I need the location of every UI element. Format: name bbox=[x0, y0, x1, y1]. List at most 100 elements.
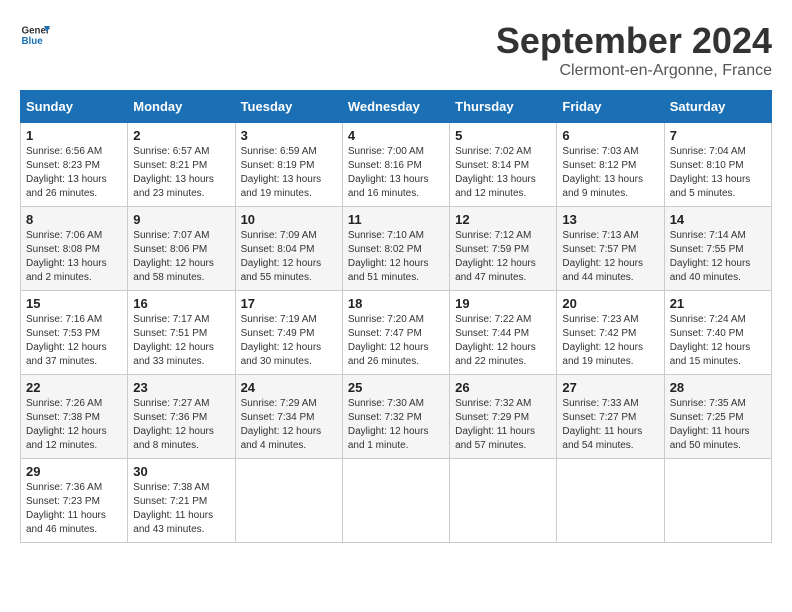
day-info: Sunrise: 7:00 AM Sunset: 8:16 PM Dayligh… bbox=[348, 145, 444, 201]
day-number: 10 bbox=[241, 212, 337, 227]
table-row: 2 Sunrise: 6:57 AM Sunset: 8:21 PM Daylig… bbox=[128, 123, 235, 207]
day-info: Sunrise: 7:36 AM Sunset: 7:23 PM Dayligh… bbox=[26, 481, 122, 537]
day-info: Sunrise: 7:04 AM Sunset: 8:10 PM Dayligh… bbox=[670, 145, 766, 201]
day-number: 25 bbox=[348, 380, 444, 395]
day-info: Sunrise: 7:17 AM Sunset: 7:51 PM Dayligh… bbox=[133, 313, 229, 369]
day-info: Sunrise: 7:26 AM Sunset: 7:38 PM Dayligh… bbox=[26, 397, 122, 453]
calendar-table: Sunday Monday Tuesday Wednesday Thursday… bbox=[20, 90, 772, 543]
day-info: Sunrise: 7:16 AM Sunset: 7:53 PM Dayligh… bbox=[26, 313, 122, 369]
table-row: 26 Sunrise: 7:32 AM Sunset: 7:29 PM Dayli… bbox=[450, 375, 557, 459]
day-info: Sunrise: 7:27 AM Sunset: 7:36 PM Dayligh… bbox=[133, 397, 229, 453]
day-info: Sunrise: 7:03 AM Sunset: 8:12 PM Dayligh… bbox=[562, 145, 658, 201]
table-row: 9 Sunrise: 7:07 AM Sunset: 8:06 PM Daylig… bbox=[128, 207, 235, 291]
table-row: 15 Sunrise: 7:16 AM Sunset: 7:53 PM Dayli… bbox=[21, 291, 128, 375]
day-info: Sunrise: 7:30 AM Sunset: 7:32 PM Dayligh… bbox=[348, 397, 444, 453]
table-row: 6 Sunrise: 7:03 AM Sunset: 8:12 PM Daylig… bbox=[557, 123, 664, 207]
table-row: 11 Sunrise: 7:10 AM Sunset: 8:02 PM Dayli… bbox=[342, 207, 449, 291]
table-row: 14 Sunrise: 7:14 AM Sunset: 7:55 PM Dayli… bbox=[664, 207, 771, 291]
table-row: 4 Sunrise: 7:00 AM Sunset: 8:16 PM Daylig… bbox=[342, 123, 449, 207]
table-row: 30Sunrise: 7:38 AM Sunset: 7:21 PM Dayli… bbox=[128, 459, 235, 543]
day-info: Sunrise: 7:02 AM Sunset: 8:14 PM Dayligh… bbox=[455, 145, 551, 201]
table-row: 13 Sunrise: 7:13 AM Sunset: 7:57 PM Dayli… bbox=[557, 207, 664, 291]
svg-text:Blue: Blue bbox=[22, 36, 44, 47]
calendar-week-row: 29Sunrise: 7:36 AM Sunset: 7:23 PM Dayli… bbox=[21, 459, 772, 543]
col-monday: Monday bbox=[128, 91, 235, 123]
col-wednesday: Wednesday bbox=[342, 91, 449, 123]
table-row: 24Sunrise: 7:29 AM Sunset: 7:34 PM Dayli… bbox=[235, 375, 342, 459]
table-row: 27 Sunrise: 7:33 AM Sunset: 7:27 PM Dayli… bbox=[557, 375, 664, 459]
day-info: Sunrise: 7:07 AM Sunset: 8:06 PM Dayligh… bbox=[133, 229, 229, 285]
day-number: 19 bbox=[455, 296, 551, 311]
day-info: Sunrise: 7:33 AM Sunset: 7:27 PM Dayligh… bbox=[562, 397, 658, 453]
table-row bbox=[450, 459, 557, 543]
day-number: 18 bbox=[348, 296, 444, 311]
day-number: 27 bbox=[562, 380, 658, 395]
day-info: Sunrise: 7:20 AM Sunset: 7:47 PM Dayligh… bbox=[348, 313, 444, 369]
day-info: Sunrise: 7:19 AM Sunset: 7:49 PM Dayligh… bbox=[241, 313, 337, 369]
day-number: 6 bbox=[562, 128, 658, 143]
day-info: Sunrise: 7:13 AM Sunset: 7:57 PM Dayligh… bbox=[562, 229, 658, 285]
day-number: 23 bbox=[133, 380, 229, 395]
day-info: Sunrise: 6:56 AM Sunset: 8:23 PM Dayligh… bbox=[26, 145, 122, 201]
table-row: 21 Sunrise: 7:24 AM Sunset: 7:40 PM Dayli… bbox=[664, 291, 771, 375]
day-number: 26 bbox=[455, 380, 551, 395]
day-number: 5 bbox=[455, 128, 551, 143]
day-headers-row: Sunday Monday Tuesday Wednesday Thursday… bbox=[21, 91, 772, 123]
col-saturday: Saturday bbox=[664, 91, 771, 123]
day-info: Sunrise: 7:12 AM Sunset: 7:59 PM Dayligh… bbox=[455, 229, 551, 285]
table-row: 22Sunrise: 7:26 AM Sunset: 7:38 PM Dayli… bbox=[21, 375, 128, 459]
day-number: 1 bbox=[26, 128, 122, 143]
table-row: 1 Sunrise: 6:56 AM Sunset: 8:23 PM Daylig… bbox=[21, 123, 128, 207]
table-row: 20Sunrise: 7:23 AM Sunset: 7:42 PM Dayli… bbox=[557, 291, 664, 375]
day-number: 7 bbox=[670, 128, 766, 143]
day-info: Sunrise: 7:24 AM Sunset: 7:40 PM Dayligh… bbox=[670, 313, 766, 369]
day-info: Sunrise: 7:06 AM Sunset: 8:08 PM Dayligh… bbox=[26, 229, 122, 285]
day-number: 2 bbox=[133, 128, 229, 143]
day-info: Sunrise: 7:14 AM Sunset: 7:55 PM Dayligh… bbox=[670, 229, 766, 285]
day-info: Sunrise: 6:59 AM Sunset: 8:19 PM Dayligh… bbox=[241, 145, 337, 201]
table-row: 19 Sunrise: 7:22 AM Sunset: 7:44 PM Dayli… bbox=[450, 291, 557, 375]
table-row: 5 Sunrise: 7:02 AM Sunset: 8:14 PM Daylig… bbox=[450, 123, 557, 207]
table-row: 29Sunrise: 7:36 AM Sunset: 7:23 PM Dayli… bbox=[21, 459, 128, 543]
col-thursday: Thursday bbox=[450, 91, 557, 123]
table-row: 12Sunrise: 7:12 AM Sunset: 7:59 PM Dayli… bbox=[450, 207, 557, 291]
table-row: 10Sunrise: 7:09 AM Sunset: 8:04 PM Dayli… bbox=[235, 207, 342, 291]
table-row bbox=[342, 459, 449, 543]
table-row: 8Sunrise: 7:06 AM Sunset: 8:08 PM Daylig… bbox=[21, 207, 128, 291]
col-sunday: Sunday bbox=[21, 91, 128, 123]
day-info: Sunrise: 7:35 AM Sunset: 7:25 PM Dayligh… bbox=[670, 397, 766, 453]
table-row: 17 Sunrise: 7:19 AM Sunset: 7:49 PM Dayli… bbox=[235, 291, 342, 375]
table-row: 25 Sunrise: 7:30 AM Sunset: 7:32 PM Dayli… bbox=[342, 375, 449, 459]
day-number: 17 bbox=[241, 296, 337, 311]
day-number: 4 bbox=[348, 128, 444, 143]
day-info: Sunrise: 7:22 AM Sunset: 7:44 PM Dayligh… bbox=[455, 313, 551, 369]
day-number: 20 bbox=[562, 296, 658, 311]
calendar-week-row: 22Sunrise: 7:26 AM Sunset: 7:38 PM Dayli… bbox=[21, 375, 772, 459]
day-info: Sunrise: 6:57 AM Sunset: 8:21 PM Dayligh… bbox=[133, 145, 229, 201]
month-title: September 2024 bbox=[496, 20, 772, 62]
day-number: 11 bbox=[348, 212, 444, 227]
table-row bbox=[557, 459, 664, 543]
table-row: 28Sunrise: 7:35 AM Sunset: 7:25 PM Dayli… bbox=[664, 375, 771, 459]
day-number: 3 bbox=[241, 128, 337, 143]
table-row: 3 Sunrise: 6:59 AM Sunset: 8:19 PM Daylig… bbox=[235, 123, 342, 207]
day-number: 14 bbox=[670, 212, 766, 227]
logo-icon: General Blue bbox=[20, 20, 50, 50]
day-number: 13 bbox=[562, 212, 658, 227]
table-row: 18 Sunrise: 7:20 AM Sunset: 7:47 PM Dayli… bbox=[342, 291, 449, 375]
col-tuesday: Tuesday bbox=[235, 91, 342, 123]
day-number: 15 bbox=[26, 296, 122, 311]
table-row bbox=[235, 459, 342, 543]
day-number: 24 bbox=[241, 380, 337, 395]
calendar-week-row: 1 Sunrise: 6:56 AM Sunset: 8:23 PM Daylig… bbox=[21, 123, 772, 207]
day-info: Sunrise: 7:32 AM Sunset: 7:29 PM Dayligh… bbox=[455, 397, 551, 453]
table-row: 16Sunrise: 7:17 AM Sunset: 7:51 PM Dayli… bbox=[128, 291, 235, 375]
logo: General Blue bbox=[20, 20, 50, 50]
day-number: 21 bbox=[670, 296, 766, 311]
calendar-week-row: 8Sunrise: 7:06 AM Sunset: 8:08 PM Daylig… bbox=[21, 207, 772, 291]
day-number: 9 bbox=[133, 212, 229, 227]
location-title: Clermont-en-Argonne, France bbox=[496, 62, 772, 80]
day-info: Sunrise: 7:38 AM Sunset: 7:21 PM Dayligh… bbox=[133, 481, 229, 537]
day-info: Sunrise: 7:10 AM Sunset: 8:02 PM Dayligh… bbox=[348, 229, 444, 285]
col-friday: Friday bbox=[557, 91, 664, 123]
